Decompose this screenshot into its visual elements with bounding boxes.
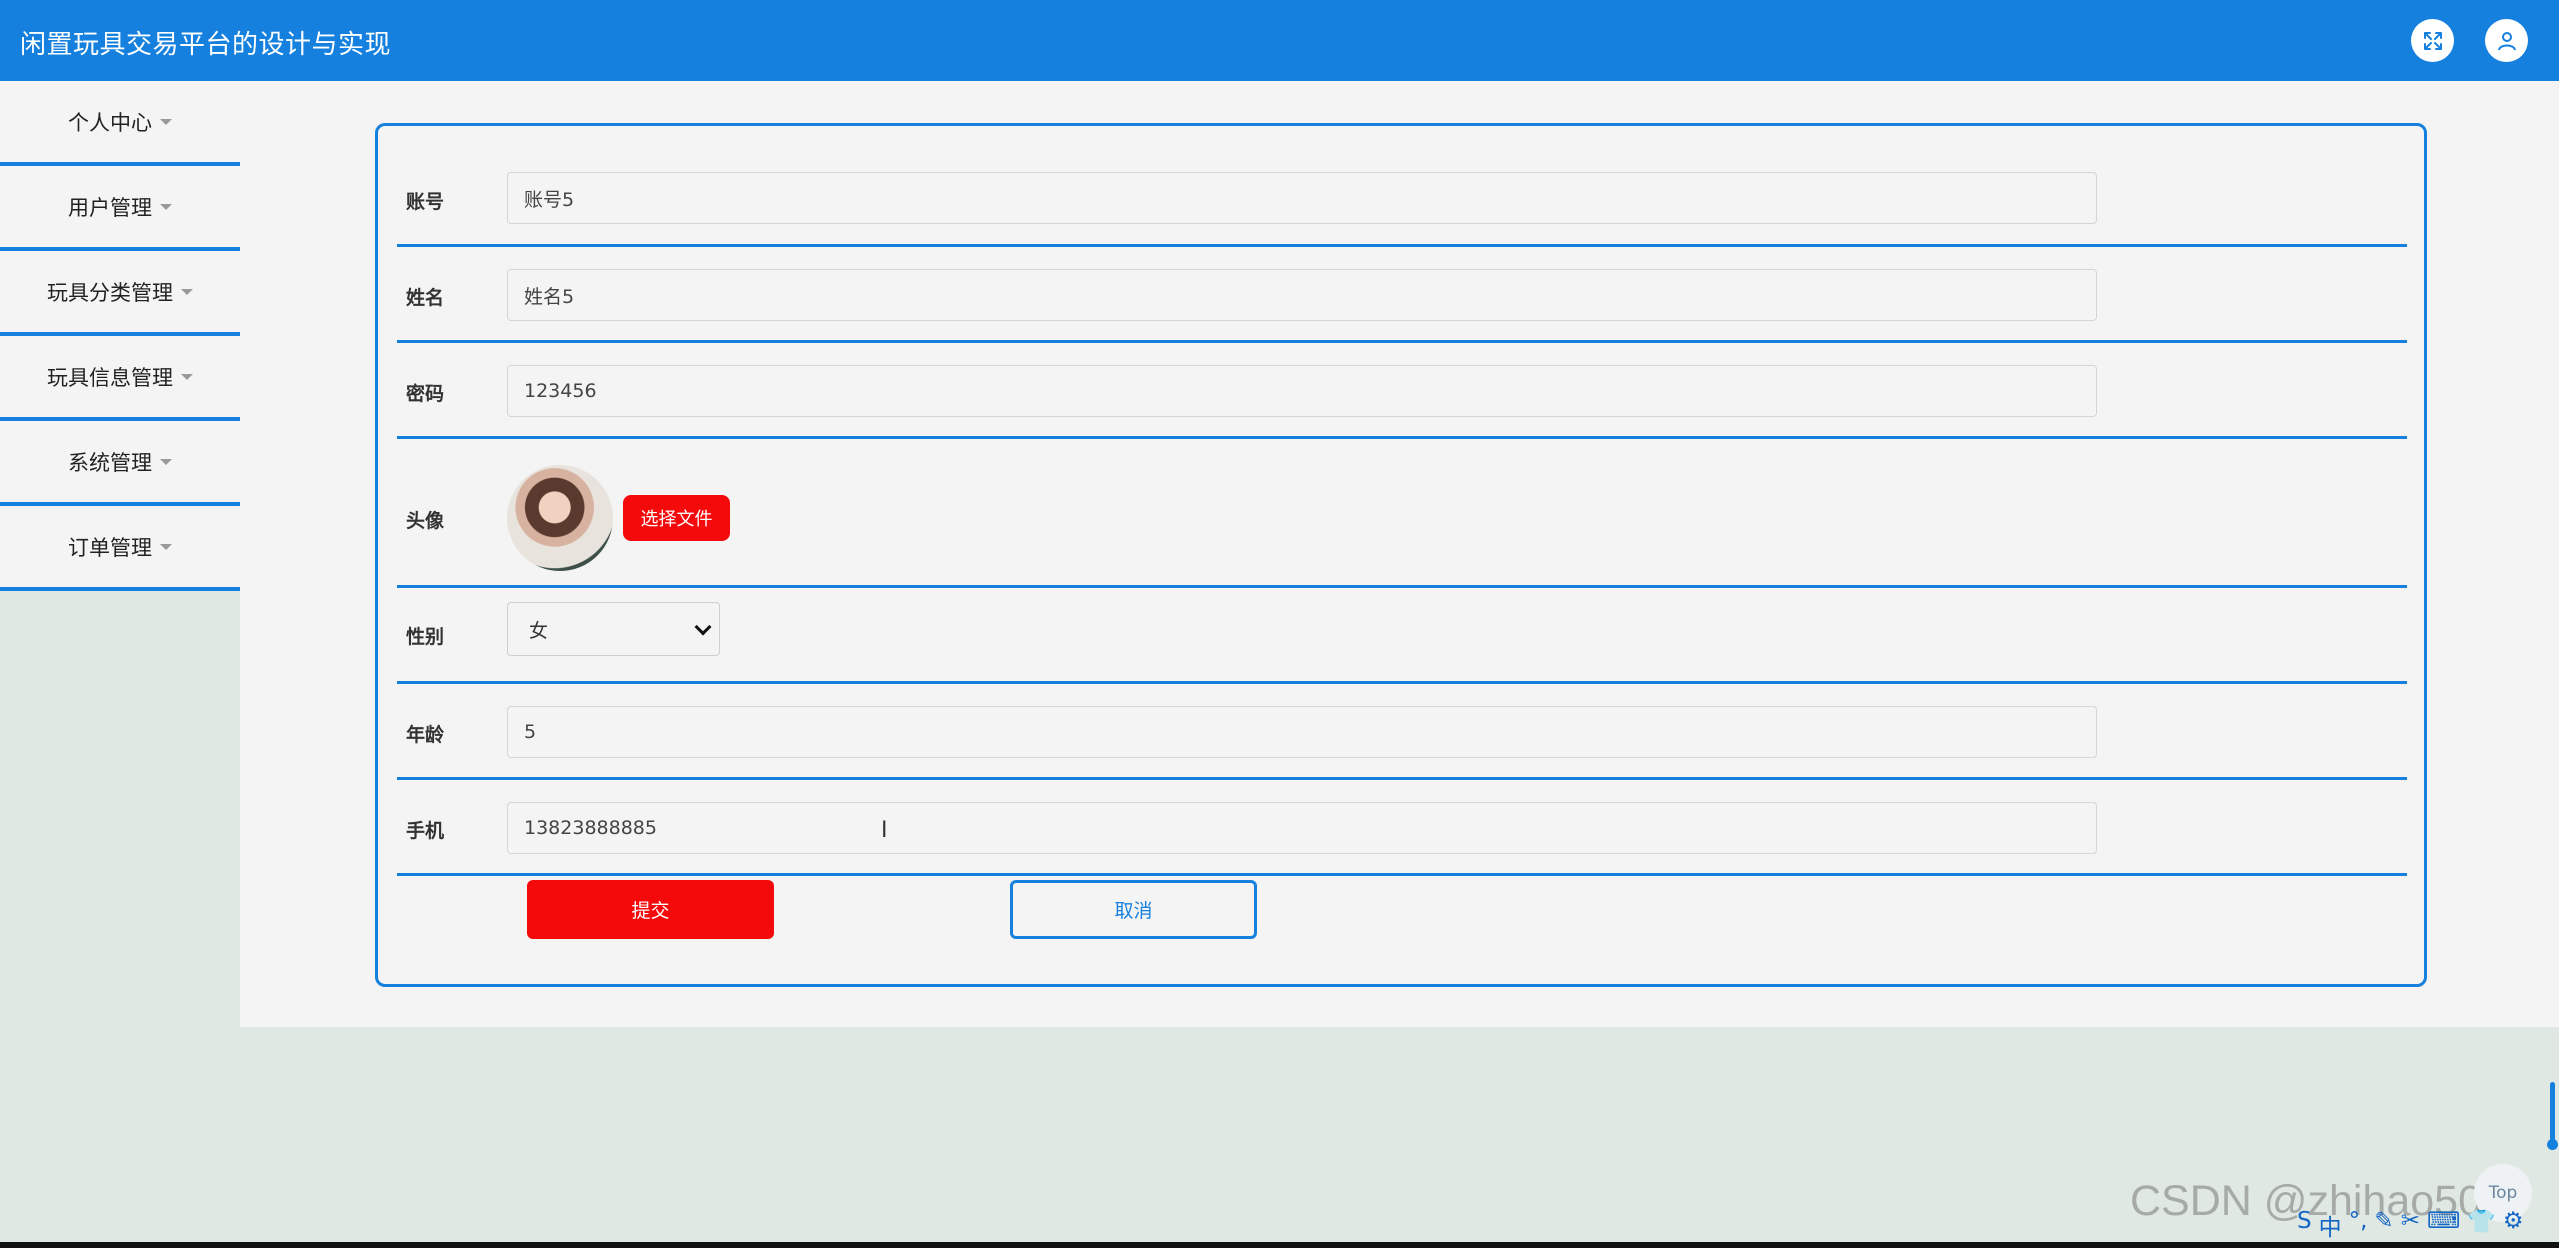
chevron-down-icon xyxy=(160,543,172,550)
gender-selected-value: 女 xyxy=(529,619,549,642)
avatar-image xyxy=(507,465,613,571)
user-avatar-icon xyxy=(2497,31,2516,50)
sidebar-item-personal-center[interactable]: 个人中心 xyxy=(0,81,240,166)
text-cursor-icon: I xyxy=(881,818,888,843)
account-label: 账号 xyxy=(406,191,445,213)
sidebar-item-label: 玩具分类管理 xyxy=(47,280,173,305)
name-label: 姓名 xyxy=(406,287,445,309)
cancel-button[interactable]: 取消 xyxy=(1010,880,1257,939)
sidebar-item-label: 个人中心 xyxy=(68,110,152,135)
chevron-down-icon xyxy=(160,118,172,125)
ime-handwriting-icon[interactable]: ✎ xyxy=(2374,1208,2393,1242)
ime-sogou-icon[interactable]: S xyxy=(2297,1208,2312,1242)
ime-keyboard-icon[interactable]: ⌨ xyxy=(2427,1208,2460,1242)
sidebar-item-user-management[interactable]: 用户管理 xyxy=(0,166,240,251)
phone-input[interactable]: 13823888885 xyxy=(507,802,2097,854)
submit-button[interactable]: 提交 xyxy=(527,880,774,939)
password-label: 密码 xyxy=(406,383,445,405)
fullscreen-arrows-icon xyxy=(2423,31,2442,50)
main-content: 账号 账号5 姓名 姓名5 密码 123456 头像 选择文件 性别 女 年龄 … xyxy=(240,81,2559,1027)
scrollbar-handle-icon[interactable] xyxy=(2547,1139,2558,1150)
sidebar-item-label: 订单管理 xyxy=(68,535,152,560)
account-row: 账号 账号5 xyxy=(397,150,2407,247)
sidebar-item-label: 系统管理 xyxy=(68,450,152,475)
password-input[interactable]: 123456 xyxy=(507,365,2097,417)
avatar-row: 头像 选择文件 xyxy=(397,439,2407,588)
account-input[interactable]: 账号5 xyxy=(507,172,2097,224)
sidebar-item-label: 玩具信息管理 xyxy=(47,365,173,390)
ime-skin-icon[interactable]: 👕 xyxy=(2467,1208,2496,1242)
window-bottom-border xyxy=(0,1242,2559,1248)
sidebar: 个人中心 用户管理 玩具分类管理 玩具信息管理 系统管理 订单管理 xyxy=(0,81,240,591)
gender-row: 性别 女 xyxy=(397,588,2407,684)
sidebar-item-toy-info-management[interactable]: 玩具信息管理 xyxy=(0,336,240,421)
sidebar-item-label: 用户管理 xyxy=(68,195,152,220)
sidebar-item-system-management[interactable]: 系统管理 xyxy=(0,421,240,506)
sidebar-item-order-management[interactable]: 订单管理 xyxy=(0,506,240,591)
password-row: 密码 123456 xyxy=(397,343,2407,439)
chevron-down-icon xyxy=(181,373,193,380)
ime-scissors-icon[interactable]: ✂ xyxy=(2401,1208,2420,1242)
fullscreen-icon[interactable] xyxy=(2411,19,2454,62)
gender-select[interactable]: 女 xyxy=(507,602,720,656)
user-edit-form: 账号 账号5 姓名 姓名5 密码 123456 头像 选择文件 性别 女 年龄 … xyxy=(375,123,2427,987)
name-row: 姓名 姓名5 xyxy=(397,247,2407,343)
ime-punctuation-icon[interactable]: °, xyxy=(2349,1208,2368,1242)
chevron-down-icon xyxy=(160,458,172,465)
phone-label: 手机 xyxy=(406,820,445,842)
ime-chinese-mode-icon[interactable]: 中 xyxy=(2319,1208,2342,1242)
sidebar-item-category-management[interactable]: 玩具分类管理 xyxy=(0,251,240,336)
user-icon[interactable] xyxy=(2485,19,2528,62)
ime-toolbar[interactable]: S 中 °, ✎ ✂ ⌨ 👕 ⚙ xyxy=(2297,1208,2523,1242)
avatar-label: 头像 xyxy=(406,510,445,532)
age-row: 年龄 5 xyxy=(397,684,2407,780)
ime-settings-icon[interactable]: ⚙ xyxy=(2503,1208,2524,1242)
chevron-down-icon xyxy=(181,288,193,295)
gender-label: 性别 xyxy=(406,626,445,648)
top-header: 闲置玩具交易平台的设计与实现 xyxy=(0,0,2559,81)
chevron-down-icon xyxy=(160,203,172,210)
phone-row: 手机 13823888885 xyxy=(397,780,2407,876)
choose-file-button[interactable]: 选择文件 xyxy=(623,495,730,541)
age-input[interactable]: 5 xyxy=(507,706,2097,758)
name-input[interactable]: 姓名5 xyxy=(507,269,2097,321)
chevron-down-icon xyxy=(694,618,712,636)
age-label: 年龄 xyxy=(406,724,445,746)
app-title: 闲置玩具交易平台的设计与实现 xyxy=(20,30,392,60)
